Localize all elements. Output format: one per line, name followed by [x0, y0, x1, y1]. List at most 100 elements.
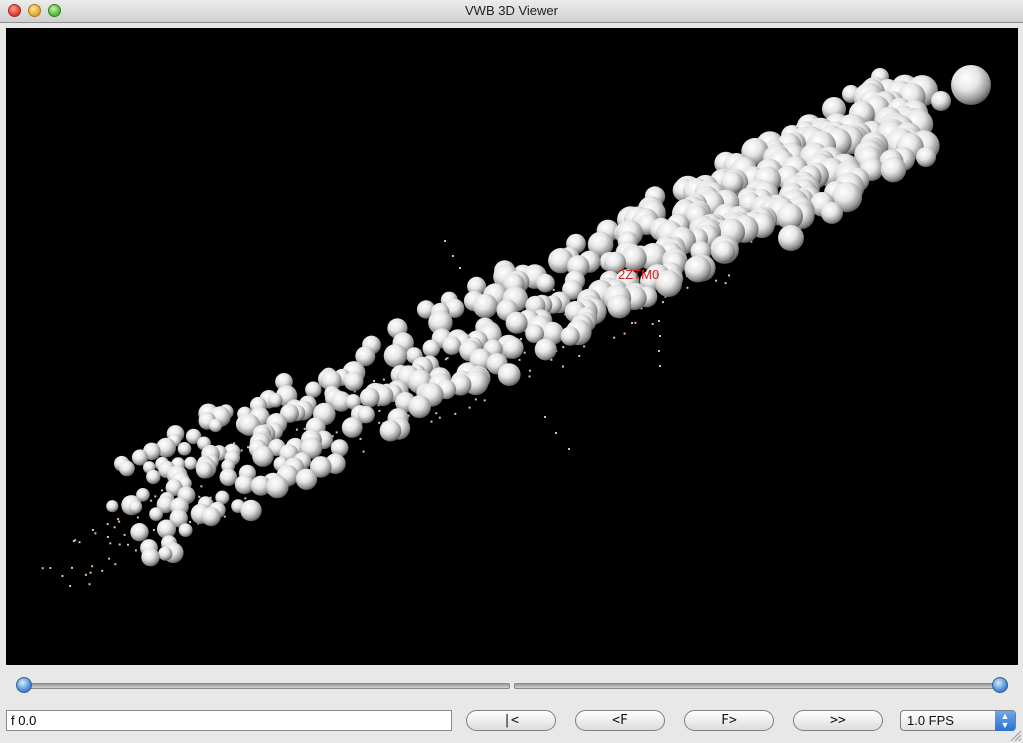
- 3d-viewport[interactable]: 2ZTM0: [6, 28, 1018, 665]
- window-title: VWB 3D Viewer: [465, 3, 558, 18]
- trajectory-dot: [78, 541, 81, 544]
- trajectory-dot: [518, 358, 521, 361]
- sphere: [177, 442, 192, 456]
- trajectory-dot: [658, 350, 660, 352]
- sphere: [201, 507, 221, 527]
- sphere: [536, 273, 555, 293]
- sphere: [130, 523, 149, 542]
- trajectory-dot: [359, 438, 362, 440]
- sphere: [408, 395, 431, 419]
- trajectory-dot: [198, 495, 201, 498]
- trajectory-dot: [613, 336, 616, 339]
- trajectory-dot: [634, 321, 637, 324]
- sphere: [422, 339, 441, 358]
- 3d-scene[interactable]: 2ZTM0: [6, 28, 1018, 665]
- trajectory-dot: [72, 540, 75, 543]
- trajectory-dot: [134, 549, 137, 552]
- sphere: [341, 417, 363, 438]
- end-knob[interactable]: [992, 677, 1008, 693]
- trajectory-dot: [529, 369, 531, 372]
- trajectory-dot: [468, 406, 471, 409]
- first-frame-button[interactable]: |<: [466, 710, 556, 731]
- trajectory-dot: [459, 267, 461, 269]
- trajectory-dot: [136, 516, 139, 519]
- trajectory-dot: [446, 357, 449, 360]
- title-bar: VWB 3D Viewer: [0, 0, 1023, 23]
- sphere: [184, 456, 198, 470]
- trajectory-dot: [452, 255, 454, 257]
- trajectory-dot: [523, 351, 526, 354]
- trajectory-dot: [247, 446, 249, 449]
- sphere: [268, 393, 283, 408]
- trajectory-dot: [240, 449, 243, 452]
- trajectory-dot: [483, 399, 486, 402]
- trajectory-dot: [454, 412, 457, 415]
- command-input[interactable]: [6, 710, 452, 731]
- sphere: [931, 91, 951, 111]
- trajectory-dot: [430, 420, 433, 423]
- sphere: [141, 548, 160, 567]
- trajectory-dot: [69, 585, 72, 587]
- trajectory-dot: [362, 450, 365, 453]
- sphere: [821, 202, 843, 224]
- sphere: [305, 381, 322, 398]
- trajectory-dot: [662, 301, 664, 304]
- trajectory-dot: [528, 375, 531, 378]
- sphere: [473, 293, 498, 319]
- sphere: [266, 475, 289, 499]
- sphere: [219, 468, 238, 487]
- sphere: [951, 65, 991, 105]
- sphere: [383, 344, 408, 368]
- sphere: [149, 507, 164, 521]
- sphere: [534, 338, 557, 361]
- trajectory-dot: [200, 485, 203, 488]
- trajectory-dot: [189, 521, 192, 523]
- trajectory-dot: [378, 421, 381, 424]
- trajectory-dot: [154, 495, 157, 498]
- sphere: [607, 294, 632, 319]
- trajectory-dot: [435, 412, 438, 415]
- trajectory-dot: [113, 526, 116, 529]
- sphere: [655, 270, 682, 297]
- trajectory-dot: [88, 583, 91, 586]
- trajectory-dot: [223, 515, 226, 518]
- trajectory-dot: [49, 567, 52, 569]
- slider-track-left[interactable]: [18, 683, 510, 689]
- trajectory-dot: [106, 536, 109, 538]
- trajectory-dot: [89, 571, 92, 574]
- trajectory-dot: [41, 567, 44, 570]
- fps-select[interactable]: 1.0 FPS ▲ ▼: [900, 710, 1016, 731]
- trajectory-dot: [651, 323, 654, 325]
- trajectory-dot: [118, 520, 121, 523]
- trajectory-dot: [61, 575, 64, 577]
- trajectory-dot: [244, 497, 247, 500]
- trajectory-dot: [438, 416, 441, 419]
- timeline-slider[interactable]: [0, 668, 1023, 704]
- trajectory-dot: [474, 398, 477, 401]
- sphere: [712, 240, 736, 263]
- trajectory-dot: [631, 322, 633, 324]
- sphere: [119, 460, 135, 477]
- next-frame-button[interactable]: F>: [684, 710, 774, 731]
- sphere: [208, 418, 223, 433]
- trajectory-dot: [335, 431, 338, 434]
- trajectory-dot: [562, 365, 564, 368]
- select-arrows-icon: ▲ ▼: [995, 711, 1015, 731]
- trajectory-dot: [686, 286, 689, 289]
- trajectory-dot: [382, 378, 385, 381]
- sphere: [560, 326, 580, 346]
- trajectory-dot: [160, 489, 163, 492]
- trajectory-dot: [91, 529, 94, 531]
- trajectory-dot: [659, 335, 661, 337]
- trajectory-dot: [118, 543, 121, 546]
- trajectory-dot: [94, 532, 97, 535]
- previous-frame-button[interactable]: <F: [575, 710, 665, 731]
- trajectory-dot: [373, 380, 375, 382]
- slider-track-right[interactable]: [514, 683, 1008, 689]
- trajectory-dot: [152, 529, 155, 531]
- resize-grip-icon[interactable]: [1011, 731, 1021, 741]
- trajectory-dot: [71, 566, 73, 569]
- play-button[interactable]: >>: [793, 710, 883, 731]
- start-knob[interactable]: [16, 677, 32, 693]
- trajectory-dot: [117, 518, 120, 521]
